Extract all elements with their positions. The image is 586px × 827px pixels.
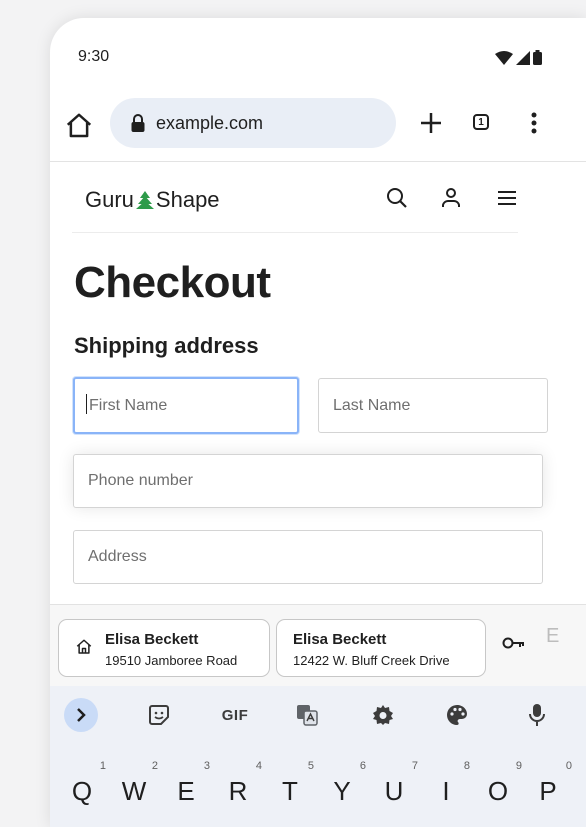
key-q[interactable]: 1Q — [62, 760, 112, 820]
battery-icon — [533, 50, 542, 65]
new-tab-icon[interactable] — [416, 108, 446, 138]
lock-icon — [131, 114, 145, 132]
key-u[interactable]: 7U — [374, 760, 424, 820]
site-header-divider — [72, 232, 518, 233]
key-hint: 7 — [411, 760, 418, 772]
key-letter: Y — [333, 776, 351, 806]
sticker-button[interactable] — [146, 702, 172, 728]
phone-field[interactable] — [73, 454, 543, 508]
key-p[interactable]: 0P — [528, 760, 578, 820]
key-hint: 3 — [203, 760, 210, 772]
autofill-suggestion-bar: Elisa Beckett 19510 Jamboree Road Elisa … — [50, 604, 586, 687]
toolbar-divider — [50, 161, 586, 162]
suggestion-address: 19510 Jamboree Road — [105, 653, 238, 668]
chevron-right-icon — [77, 708, 86, 722]
logo-text-left: Guru — [85, 187, 134, 212]
key-e[interactable]: 3E — [166, 760, 216, 820]
more-suggestions-hint: E — [546, 625, 560, 647]
browser-toolbar: example.com 1 — [50, 96, 586, 156]
key-t[interactable]: 5T — [270, 760, 320, 820]
key-letter: O — [487, 776, 509, 806]
status-icons — [495, 50, 542, 65]
autofill-chip-2[interactable]: Elisa Beckett 12422 W. Bluff Creek Drive — [276, 619, 486, 677]
key-hint: 5 — [307, 760, 314, 772]
key-letter: R — [228, 776, 248, 806]
more-vert-icon[interactable] — [522, 108, 546, 138]
key-hint: 9 — [515, 760, 522, 772]
voice-input-button[interactable] — [524, 702, 550, 728]
key-letter: W — [121, 776, 147, 806]
keyboard-letter-row: 1Q 2W 3E 4R 5T 6Y 7U 8I 9O 0P — [50, 746, 586, 827]
key-letter: P — [539, 776, 557, 806]
cellular-signal-icon — [516, 50, 530, 65]
microphone-icon — [529, 704, 545, 726]
key-letter: T — [282, 776, 298, 806]
key-letter: Q — [71, 776, 93, 806]
autofill-chip-1[interactable]: Elisa Beckett 19510 Jamboree Road — [58, 619, 270, 677]
address-field[interactable] — [73, 530, 543, 584]
theme-button[interactable] — [444, 702, 470, 728]
key-hint: 4 — [255, 760, 262, 772]
key-o[interactable]: 9O — [478, 760, 528, 820]
gif-button[interactable]: GIF — [218, 702, 252, 728]
address-bar[interactable]: example.com — [110, 98, 396, 148]
suggestion-name: Elisa Beckett — [293, 631, 387, 648]
translate-icon — [297, 705, 318, 726]
phone-screen: 9:30 example.com 1 Guru Shape Checkout S… — [50, 18, 586, 827]
settings-button[interactable] — [370, 702, 396, 728]
key-icon[interactable] — [502, 635, 526, 651]
tab-switcher-button[interactable]: 1 — [467, 109, 495, 137]
status-time: 9:30 — [78, 48, 110, 65]
key-hint: 1 — [99, 760, 106, 772]
palette-icon — [447, 705, 467, 725]
key-w[interactable]: 2W — [114, 760, 164, 820]
wifi-icon — [495, 50, 513, 65]
home-icon[interactable] — [64, 111, 94, 141]
section-title: Shipping address — [74, 333, 259, 358]
suggestion-name: Elisa Beckett — [105, 631, 199, 648]
keyboard-toolbar: GIF — [50, 686, 586, 746]
status-bar: 9:30 — [50, 18, 586, 90]
translate-button[interactable] — [294, 702, 320, 728]
url-text: example.com — [156, 112, 264, 133]
site-logo[interactable]: Guru Shape — [85, 187, 220, 213]
suggestion-address: 12422 W. Bluff Creek Drive — [293, 653, 450, 668]
key-hint: 0 — [565, 760, 572, 772]
tree-logo-icon — [135, 191, 154, 209]
search-icon[interactable] — [385, 186, 409, 210]
key-letter: E — [177, 776, 195, 806]
site-header: Guru Shape — [50, 170, 586, 232]
home-icon — [76, 639, 92, 654]
key-y[interactable]: 6Y — [322, 760, 372, 820]
gear-icon — [373, 705, 393, 725]
text-caret — [86, 394, 87, 414]
key-hint: 6 — [359, 760, 366, 772]
key-hint: 8 — [463, 760, 470, 772]
account-icon[interactable] — [439, 186, 463, 210]
sticker-icon — [149, 705, 169, 725]
expand-toolbar-button[interactable] — [64, 698, 98, 732]
key-letter: I — [442, 776, 450, 806]
logo-text-right: Shape — [155, 187, 220, 212]
page-title: Checkout — [74, 258, 271, 307]
hamburger-menu-icon[interactable] — [495, 186, 519, 210]
key-letter: U — [384, 776, 404, 806]
key-i[interactable]: 8I — [426, 760, 476, 820]
key-r[interactable]: 4R — [218, 760, 268, 820]
first-name-field[interactable] — [73, 377, 299, 434]
tab-count: 1 — [473, 114, 489, 130]
gif-label: GIF — [221, 706, 249, 724]
key-hint: 2 — [151, 760, 158, 772]
last-name-field[interactable] — [318, 378, 548, 433]
